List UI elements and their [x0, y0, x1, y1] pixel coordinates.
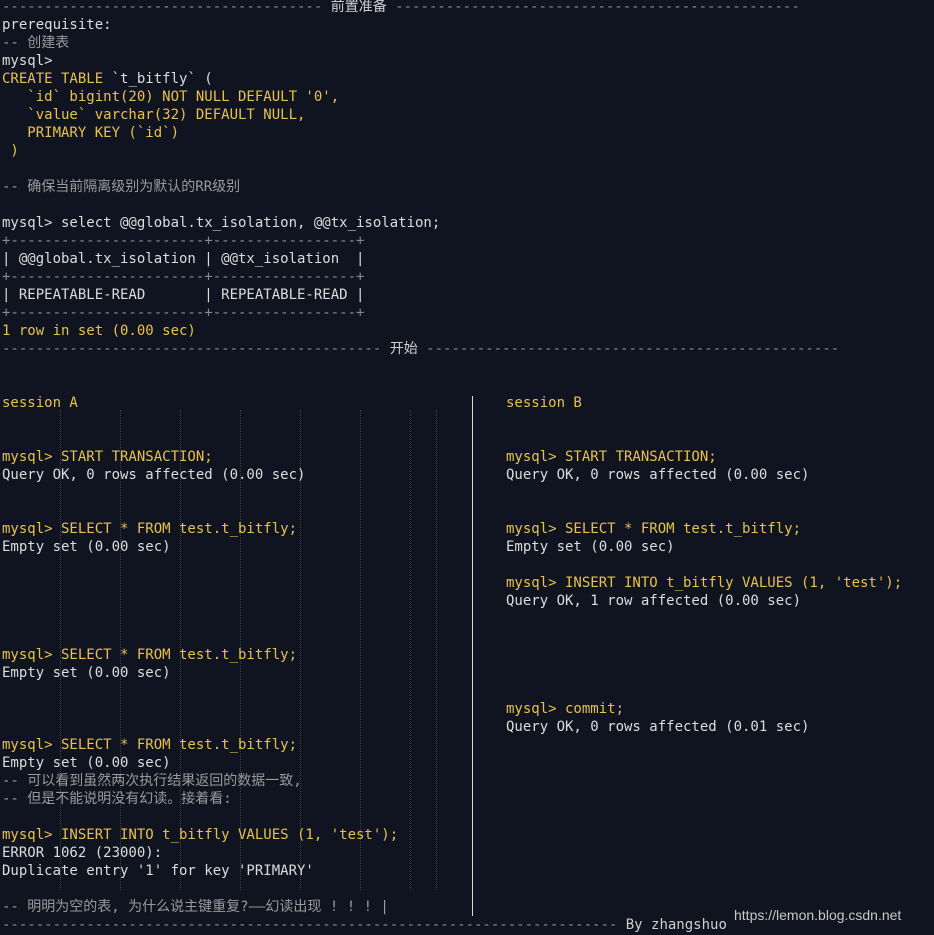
session-a-query-ok: Query OK, 0 rows affected (0.00 sec) [2, 467, 306, 483]
create-table-line-4: PRIMARY KEY (`id`) [2, 125, 180, 141]
session-a-start-transaction: mysql> START TRANSACTION; [2, 449, 213, 465]
session-b-insert-ok: Query OK, 1 row affected (0.00 sec) [506, 593, 802, 609]
session-b-title: session B [506, 395, 582, 411]
select-isolation-query: mysql> select @@global.tx_isolation, @@t… [2, 215, 441, 231]
create-table-line-5: ) [2, 143, 19, 159]
session-a-empty-set-3: Empty set (0.00 sec) [2, 755, 171, 771]
section-title-prep: 前置准备 [330, 0, 387, 15]
comment-rr-level: -- 确保当前隔离级别为默认的RR级别 [2, 179, 241, 195]
comment-create-table: -- 创建表 [2, 35, 70, 51]
create-table-line-2: `id` bigint(20) NOT NULL DEFAULT '0', [2, 89, 340, 105]
mysql-prompt: mysql> [2, 53, 53, 69]
session-a-error-code: ERROR 1062 (23000): [2, 845, 163, 861]
result-table-border-mid: +-----------------------+---------------… [2, 269, 365, 285]
result-table-border-top: +-----------------------+---------------… [2, 233, 365, 249]
create-table-line-1: CREATE TABLE `t_bitfly` ( [2, 70, 213, 88]
session-a-empty-set-1: Empty set (0.00 sec) [2, 539, 171, 555]
session-b-commit: mysql> commit; [506, 701, 625, 717]
separator-prep: -------------------------------------- 前… [2, 0, 800, 15]
session-a-title: session A [2, 395, 78, 411]
session-b-commit-ok: Query OK, 0 rows affected (0.01 sec) [506, 719, 810, 735]
separator-start: ----------------------------------------… [2, 341, 840, 357]
create-table-name: `t_bitfly` ( [103, 71, 213, 87]
guide-line [410, 410, 411, 890]
session-a-duplicate-entry: Duplicate entry '1' for key 'PRIMARY' [2, 863, 314, 879]
session-a-select-3: mysql> SELECT * FROM test.t_bitfly; [2, 737, 298, 753]
create-table-keyword: CREATE TABLE [2, 71, 104, 87]
session-b-query-ok: Query OK, 0 rows affected (0.00 sec) [506, 467, 810, 483]
session-b-start-transaction: mysql> START TRANSACTION; [506, 449, 717, 465]
guide-line [436, 410, 437, 890]
row-count-status: 1 row in set (0.00 sec) [2, 323, 196, 339]
session-b-insert: mysql> INSERT INTO t_bitfly VALUES (1, '… [506, 575, 903, 591]
session-a-select-2: mysql> SELECT * FROM test.t_bitfly; [2, 647, 298, 663]
author-credit: By zhangshuo [625, 917, 727, 933]
guide-line [360, 410, 361, 890]
result-table-border-bottom: +-----------------------+---------------… [2, 305, 365, 321]
session-divider [472, 396, 474, 916]
create-table-line-3: `value` varchar(32) DEFAULT NULL, [2, 107, 306, 123]
result-table-row: | REPEATABLE-READ | REPEATABLE-READ | [2, 287, 365, 303]
session-a-empty-set-2: Empty set (0.00 sec) [2, 665, 171, 681]
session-a-comment-1: -- 可以看到虽然两次执行结果返回的数据一致, [2, 773, 302, 789]
session-a-select-1: mysql> SELECT * FROM test.t_bitfly; [2, 521, 298, 537]
prerequisite-label: prerequisite: [2, 17, 112, 33]
session-b-select: mysql> SELECT * FROM test.t_bitfly; [506, 521, 802, 537]
session-a-comment-2: -- 但是不能说明没有幻读。接着看: [2, 791, 232, 807]
session-a-insert: mysql> INSERT INTO t_bitfly VALUES (1, '… [2, 827, 399, 843]
result-table-header: | @@global.tx_isolation | @@tx_isolation… [2, 251, 365, 267]
section-title-start: 开始 [389, 341, 418, 357]
watermark: https://lemon.blog.csdn.net [734, 907, 902, 923]
session-a-comment-3: -- 明明为空的表, 为什么说主键重复?——幻读出现 ! ! ! | [2, 899, 389, 915]
session-b-empty-set: Empty set (0.00 sec) [506, 539, 675, 555]
